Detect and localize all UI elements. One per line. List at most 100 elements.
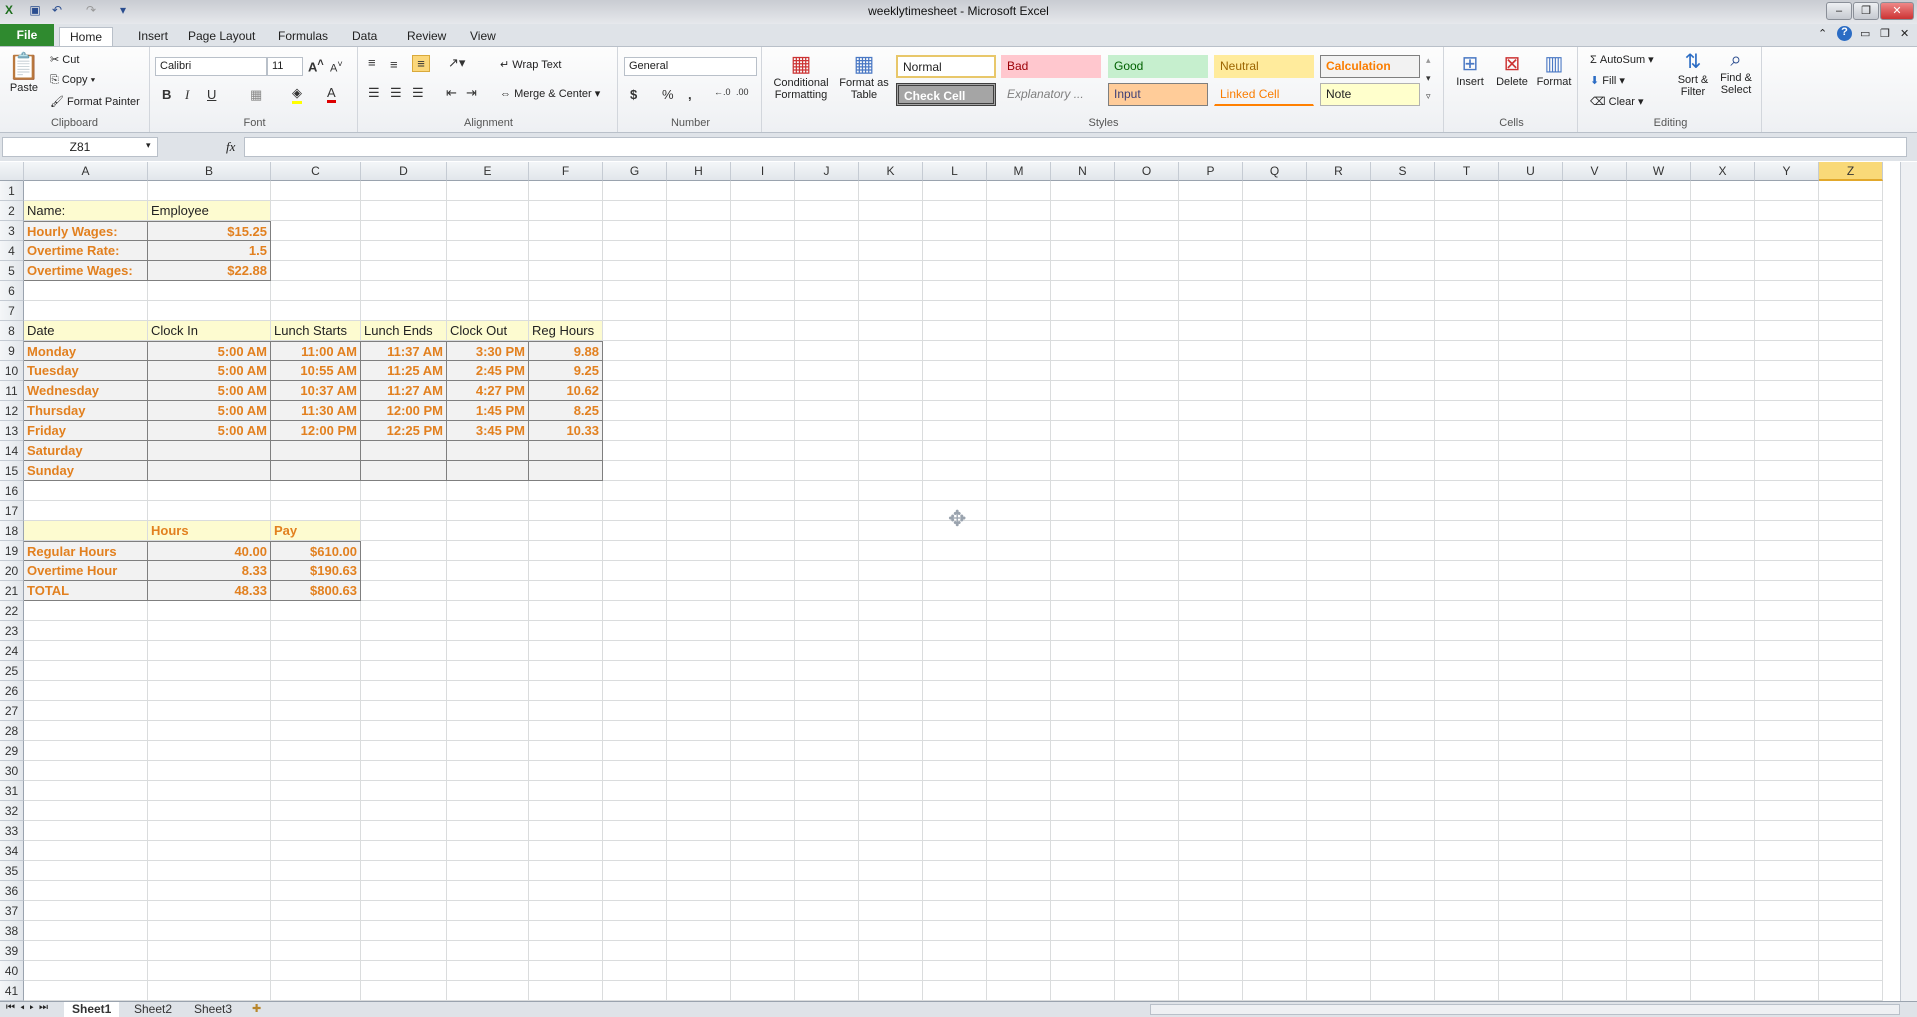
column-header-t[interactable]: T xyxy=(1435,162,1499,181)
cell-o12[interactable] xyxy=(1115,401,1179,421)
cell-t13[interactable] xyxy=(1435,421,1499,441)
cell-t26[interactable] xyxy=(1435,681,1499,701)
cell-k26[interactable] xyxy=(859,681,923,701)
cell-y18[interactable] xyxy=(1755,521,1819,541)
cell-b14[interactable] xyxy=(148,441,271,461)
cell-r41[interactable] xyxy=(1307,981,1371,1001)
cell-i35[interactable] xyxy=(731,861,795,881)
cell-r19[interactable] xyxy=(1307,541,1371,561)
cell-m21[interactable] xyxy=(987,581,1051,601)
cell-a20[interactable]: Overtime Hour xyxy=(24,561,148,581)
cell-w28[interactable] xyxy=(1627,721,1691,741)
row-header-13[interactable]: 13 xyxy=(0,421,24,441)
cell-c16[interactable] xyxy=(271,481,361,501)
cell-s8[interactable] xyxy=(1371,321,1435,341)
cell-x6[interactable] xyxy=(1691,281,1755,301)
tab-review[interactable]: Review xyxy=(397,27,456,46)
cell-k24[interactable] xyxy=(859,641,923,661)
row-header-16[interactable]: 16 xyxy=(0,481,24,501)
formula-input[interactable] xyxy=(244,137,1907,157)
cell-b18[interactable]: Hours xyxy=(148,521,271,541)
cell-x15[interactable] xyxy=(1691,461,1755,481)
cell-k21[interactable] xyxy=(859,581,923,601)
cell-q32[interactable] xyxy=(1243,801,1307,821)
cell-f19[interactable] xyxy=(529,541,603,561)
cell-w36[interactable] xyxy=(1627,881,1691,901)
cell-x21[interactable] xyxy=(1691,581,1755,601)
row-header-39[interactable]: 39 xyxy=(0,941,24,961)
cell-t25[interactable] xyxy=(1435,661,1499,681)
cell-q23[interactable] xyxy=(1243,621,1307,641)
cell-p33[interactable] xyxy=(1179,821,1243,841)
cell-o7[interactable] xyxy=(1115,301,1179,321)
cell-d33[interactable] xyxy=(361,821,447,841)
cell-o15[interactable] xyxy=(1115,461,1179,481)
cell-f12[interactable]: 8.25 xyxy=(529,401,603,421)
cell-s2[interactable] xyxy=(1371,201,1435,221)
cell-t16[interactable] xyxy=(1435,481,1499,501)
cell-m5[interactable] xyxy=(987,261,1051,281)
cell-l22[interactable] xyxy=(923,601,987,621)
column-header-a[interactable]: A xyxy=(24,162,148,181)
cell-y9[interactable] xyxy=(1755,341,1819,361)
cell-k7[interactable] xyxy=(859,301,923,321)
find-select-button[interactable]: ⌕Find & Select xyxy=(1714,49,1758,96)
cell-l35[interactable] xyxy=(923,861,987,881)
cell-y7[interactable] xyxy=(1755,301,1819,321)
cell-y23[interactable] xyxy=(1755,621,1819,641)
cell-c11[interactable]: 10:37 AM xyxy=(271,381,361,401)
cell-h24[interactable] xyxy=(667,641,731,661)
align-center-icon[interactable]: ☰ xyxy=(390,85,402,101)
cell-o28[interactable] xyxy=(1115,721,1179,741)
cell-i23[interactable] xyxy=(731,621,795,641)
cell-a7[interactable] xyxy=(24,301,148,321)
cell-m15[interactable] xyxy=(987,461,1051,481)
cell-k20[interactable] xyxy=(859,561,923,581)
cell-a3[interactable]: Hourly Wages: xyxy=(24,221,148,241)
cell-u8[interactable] xyxy=(1499,321,1563,341)
cell-e11[interactable]: 4:27 PM xyxy=(447,381,529,401)
cell-t1[interactable] xyxy=(1435,181,1499,201)
cell-e10[interactable]: 2:45 PM xyxy=(447,361,529,381)
cell-n11[interactable] xyxy=(1051,381,1115,401)
cell-h3[interactable] xyxy=(667,221,731,241)
column-header-u[interactable]: U xyxy=(1499,162,1563,181)
cell-s14[interactable] xyxy=(1371,441,1435,461)
decrease-decimal-icon[interactable]: .00 xyxy=(736,87,749,97)
cell-m31[interactable] xyxy=(987,781,1051,801)
cell-o37[interactable] xyxy=(1115,901,1179,921)
cell-q39[interactable] xyxy=(1243,941,1307,961)
cell-w5[interactable] xyxy=(1627,261,1691,281)
sheet-tab-sheet3[interactable]: Sheet3 xyxy=(186,1002,240,1017)
cell-l28[interactable] xyxy=(923,721,987,741)
cell-i1[interactable] xyxy=(731,181,795,201)
cell-n1[interactable] xyxy=(1051,181,1115,201)
cell-t22[interactable] xyxy=(1435,601,1499,621)
cell-d6[interactable] xyxy=(361,281,447,301)
cell-u7[interactable] xyxy=(1499,301,1563,321)
cell-e31[interactable] xyxy=(447,781,529,801)
cell-e35[interactable] xyxy=(447,861,529,881)
cell-v35[interactable] xyxy=(1563,861,1627,881)
cell-w25[interactable] xyxy=(1627,661,1691,681)
cell-q35[interactable] xyxy=(1243,861,1307,881)
cell-r39[interactable] xyxy=(1307,941,1371,961)
cell-j12[interactable] xyxy=(795,401,859,421)
cell-h4[interactable] xyxy=(667,241,731,261)
cell-g13[interactable] xyxy=(603,421,667,441)
cell-s19[interactable] xyxy=(1371,541,1435,561)
cell-b13[interactable]: 5:00 AM xyxy=(148,421,271,441)
cell-b8[interactable]: Clock In xyxy=(148,321,271,341)
cell-v26[interactable] xyxy=(1563,681,1627,701)
cell-a1[interactable] xyxy=(24,181,148,201)
cell-p25[interactable] xyxy=(1179,661,1243,681)
cell-v32[interactable] xyxy=(1563,801,1627,821)
cell-c41[interactable] xyxy=(271,981,361,1001)
borders-icon[interactable]: ▦ xyxy=(250,87,262,103)
cell-a12[interactable]: Thursday xyxy=(24,401,148,421)
cell-m33[interactable] xyxy=(987,821,1051,841)
cell-t20[interactable] xyxy=(1435,561,1499,581)
cell-v41[interactable] xyxy=(1563,981,1627,1001)
cell-i33[interactable] xyxy=(731,821,795,841)
cell-e18[interactable] xyxy=(447,521,529,541)
